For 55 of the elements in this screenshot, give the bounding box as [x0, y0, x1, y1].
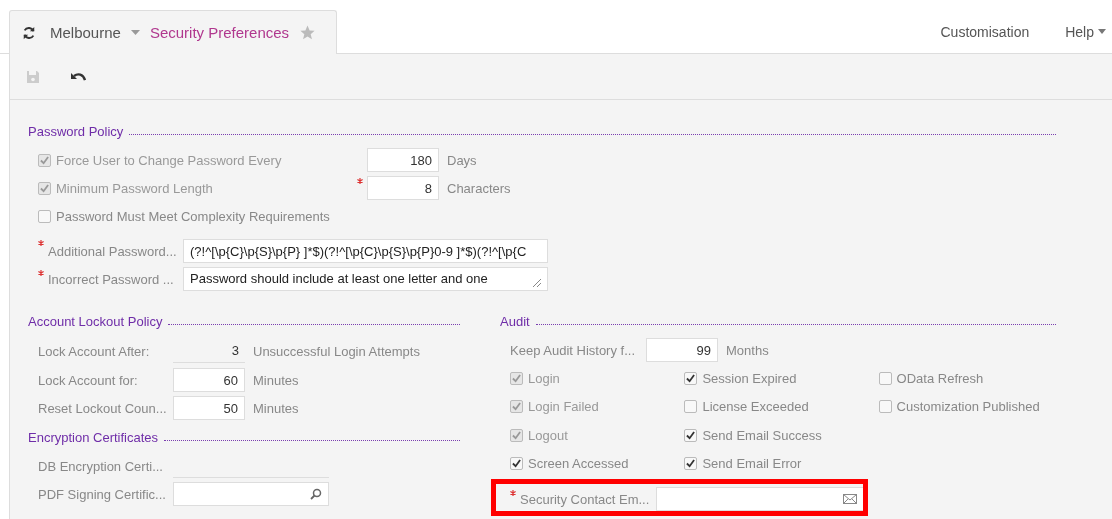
field-label: Incorrect Password ... — [48, 271, 175, 287]
resize-icon[interactable] — [533, 279, 541, 287]
number-field[interactable]: 99 — [646, 338, 718, 362]
field-label: Reset Lockout Coun... — [38, 400, 168, 416]
checkbox-option[interactable]: Session Expired — [684, 370, 797, 386]
text-field[interactable]: (?!^[\p{C}\p{S}\p{P} ]*$)(?!^[\p{C}\p{S}\p{P}0-9 ]*$)(?!^[\p{C — [183, 239, 548, 263]
unit-label: Months — [726, 342, 769, 358]
menu-link[interactable]: Help — [1065, 23, 1106, 40]
message-field[interactable]: Password should include at least one letter and one — [183, 267, 548, 291]
section-title: Password Policy — [28, 123, 124, 139]
checkbox[interactable] — [878, 371, 892, 385]
search-icon[interactable] — [310, 488, 322, 500]
unit-label: Minutes — [253, 372, 299, 388]
number-field: 3 — [173, 339, 245, 363]
checkbox-option[interactable]: Screen Accessed — [510, 456, 629, 472]
checkbox[interactable] — [684, 371, 698, 385]
checkbox-option[interactable]: Customization Published — [878, 399, 1040, 415]
lookup-field[interactable] — [173, 482, 329, 506]
checkbox-option[interactable]: License Exceeded — [684, 399, 809, 415]
section-title: Audit — [500, 313, 530, 329]
section-title: Encryption Certificates — [28, 429, 159, 445]
star-icon[interactable] — [299, 24, 317, 41]
field-label: Lock Account for: — [38, 372, 139, 388]
field-label: Keep Audit History f... — [510, 342, 636, 358]
checkbox[interactable] — [38, 209, 51, 223]
undo-icon[interactable] — [70, 70, 86, 83]
checkbox[interactable] — [510, 457, 523, 471]
checkbox-option[interactable]: Password Must Meet Complexity Requirements — [38, 208, 330, 224]
unit-label: Unsuccessful Login Attempts — [253, 343, 420, 359]
unit-label: Characters — [447, 180, 511, 196]
menu-link[interactable]: Customisation — [940, 23, 1030, 40]
checkbox-option[interactable]: Send Email Error — [684, 456, 802, 472]
refresh-icon[interactable] — [22, 25, 36, 40]
field-label: DB Encryption Certi... — [38, 458, 164, 474]
branch-name[interactable]: Melbourne — [50, 24, 121, 41]
number-field[interactable]: 50 — [173, 396, 245, 420]
unit-label: Minutes — [253, 400, 299, 416]
field-label: Lock Account After: — [38, 343, 151, 359]
checkbox[interactable] — [684, 457, 698, 471]
envelope-icon[interactable] — [843, 494, 857, 504]
caret-icon[interactable] — [1098, 29, 1106, 34]
checkbox[interactable] — [878, 400, 892, 414]
unit-label: Days — [447, 152, 477, 168]
checkbox-option[interactable]: Send Email Success — [684, 427, 822, 443]
email-field[interactable] — [656, 487, 864, 511]
checkbox[interactable] — [684, 400, 698, 414]
field-label: Security Contact Em... — [520, 491, 651, 507]
screen-title: Security Preferences — [149, 24, 290, 41]
caret-icon[interactable] — [130, 30, 140, 35]
field-label: Additional Password... — [48, 243, 178, 259]
field-label: PDF Signing Certific... — [38, 486, 167, 502]
number-field[interactable]: 60 — [173, 368, 245, 392]
checkbox[interactable] — [684, 428, 698, 442]
checkbox-option[interactable]: OData Refresh — [878, 370, 984, 386]
section-title: Account Lockout Policy — [28, 313, 163, 329]
